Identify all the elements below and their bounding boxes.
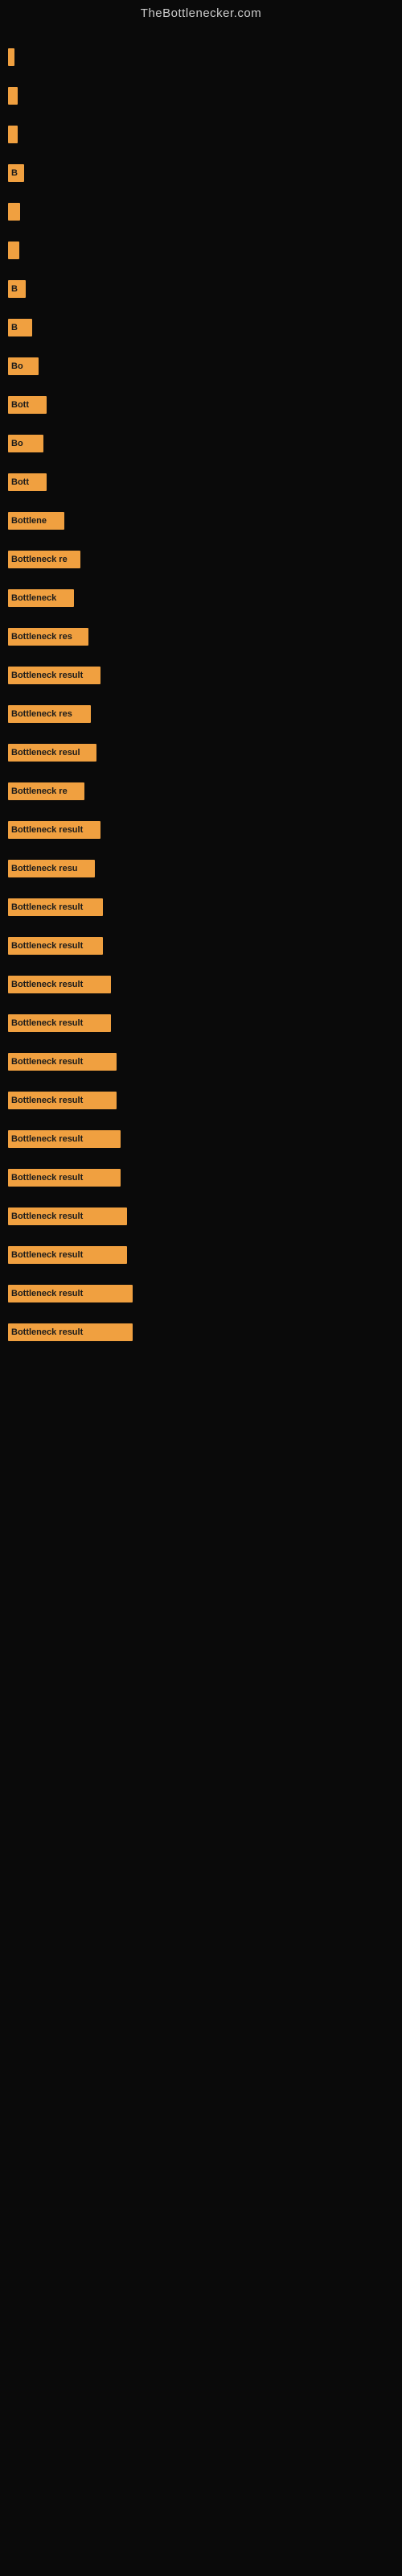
bar: Bottleneck result [8,1208,127,1225]
bar-row: Bottleneck result [8,973,402,996]
bar: Bottleneck result [8,821,100,839]
bar-label: Bottleneck result [11,1096,83,1105]
bar: Bottleneck resu [8,860,95,877]
bar-row [8,46,402,68]
bar-row: B [8,316,402,339]
bar-label: Bottleneck result [11,1327,83,1337]
bar [8,126,18,143]
bar: Bottleneck result [8,1246,127,1264]
bar: Bottleneck resul [8,744,96,762]
bar-row: Bottleneck re [8,780,402,803]
bar: Bo [8,435,43,452]
bar-label: B [11,168,18,178]
bar-label: Bottleneck re [11,555,68,564]
bar: Bottleneck result [8,1285,133,1302]
bar-label: Bottleneck result [11,1173,83,1183]
bar-label: Bottleneck resu [11,864,78,873]
bar: Bottleneck res [8,705,91,723]
bar-label: Bottleneck re [11,786,68,796]
bar-label: Bottleneck resul [11,748,80,758]
bar-label: Bottleneck result [11,671,83,680]
bar-row: Bottleneck re [8,548,402,571]
bar [8,48,14,66]
bar-label: Bottleneck result [11,1057,83,1067]
bar: Bottleneck [8,589,74,607]
bar-label: Bott [11,477,29,487]
bar [8,242,19,259]
bar: Bottlene [8,512,64,530]
bar-row [8,200,402,223]
bar-row: Bottleneck resul [8,741,402,764]
bar [8,203,20,221]
bar: Bottleneck result [8,1169,121,1187]
bar-row: Bottleneck result [8,1166,402,1189]
bar: Bottleneck result [8,937,103,955]
bar-row: Bottleneck result [8,1321,402,1344]
bar-row: Bottleneck res [8,703,402,725]
bar-label: Bottleneck result [11,1134,83,1144]
bar: Bottleneck re [8,551,80,568]
bar-label: B [11,323,18,332]
bar: Bott [8,396,47,414]
bar: Bottleneck result [8,1092,117,1109]
bar-row: Bottleneck result [8,1089,402,1112]
bar-label: Bott [11,400,29,410]
bar-label: Bottleneck result [11,825,83,835]
bar-label: Bottleneck result [11,941,83,951]
bar: B [8,280,26,298]
bar-label: Bottleneck res [11,709,72,719]
bar-row: B [8,162,402,184]
bar-row: Bo [8,355,402,378]
bar-row: Bottlene [8,510,402,532]
bar-row [8,123,402,146]
bar-row: Bottleneck result [8,819,402,841]
bar-row: Bottleneck result [8,1012,402,1034]
bar-label: Bottleneck [11,593,56,603]
bar: Bott [8,473,47,491]
bar-row: Bottleneck result [8,896,402,919]
bar: Bottleneck result [8,1053,117,1071]
bar-label: Bottleneck result [11,980,83,989]
bar-label: Bottleneck result [11,1250,83,1260]
bar-label: Bo [11,439,23,448]
bar [8,87,18,105]
bar-label: Bottleneck result [11,1212,83,1221]
bar: Bottleneck res [8,628,88,646]
bar: Bottleneck re [8,782,84,800]
bar-row [8,239,402,262]
bar: Bottleneck result [8,1323,133,1341]
bar-row: Bottleneck resu [8,857,402,880]
bar-label: B [11,284,18,294]
bar: Bottleneck result [8,1014,111,1032]
bar-row: Bott [8,471,402,493]
bar-label: Bo [11,361,23,371]
bar-label: Bottlene [11,516,47,526]
bar-label: Bottleneck result [11,1289,83,1298]
bar: Bo [8,357,39,375]
bar: Bottleneck result [8,976,111,993]
bar-row: B [8,278,402,300]
bar: B [8,319,32,336]
bar-row: Bottleneck res [8,625,402,648]
bars-container: B B B Bo Bott Bo Bott Bottlene Bottleneck re Bott… [0,23,402,1353]
bar-row: Bottleneck result [8,935,402,957]
bar-label: Bottleneck result [11,1018,83,1028]
bar-row: Bottleneck result [8,1282,402,1305]
bar-label: Bottleneck res [11,632,72,642]
bar-row: Bottleneck result [8,1205,402,1228]
bar-row: Bottleneck result [8,1051,402,1073]
bar-row: Bottleneck result [8,1128,402,1150]
bar-row: Bott [8,394,402,416]
site-title: TheBottlenecker.com [0,0,402,23]
bar-row: Bottleneck result [8,1244,402,1266]
bar: Bottleneck result [8,898,103,916]
bar: B [8,164,24,182]
bar-label: Bottleneck result [11,902,83,912]
bar-row [8,85,402,107]
bar: Bottleneck result [8,667,100,684]
bar-row: Bo [8,432,402,455]
bar: Bottleneck result [8,1130,121,1148]
bar-row: Bottleneck [8,587,402,609]
bar-row: Bottleneck result [8,664,402,687]
